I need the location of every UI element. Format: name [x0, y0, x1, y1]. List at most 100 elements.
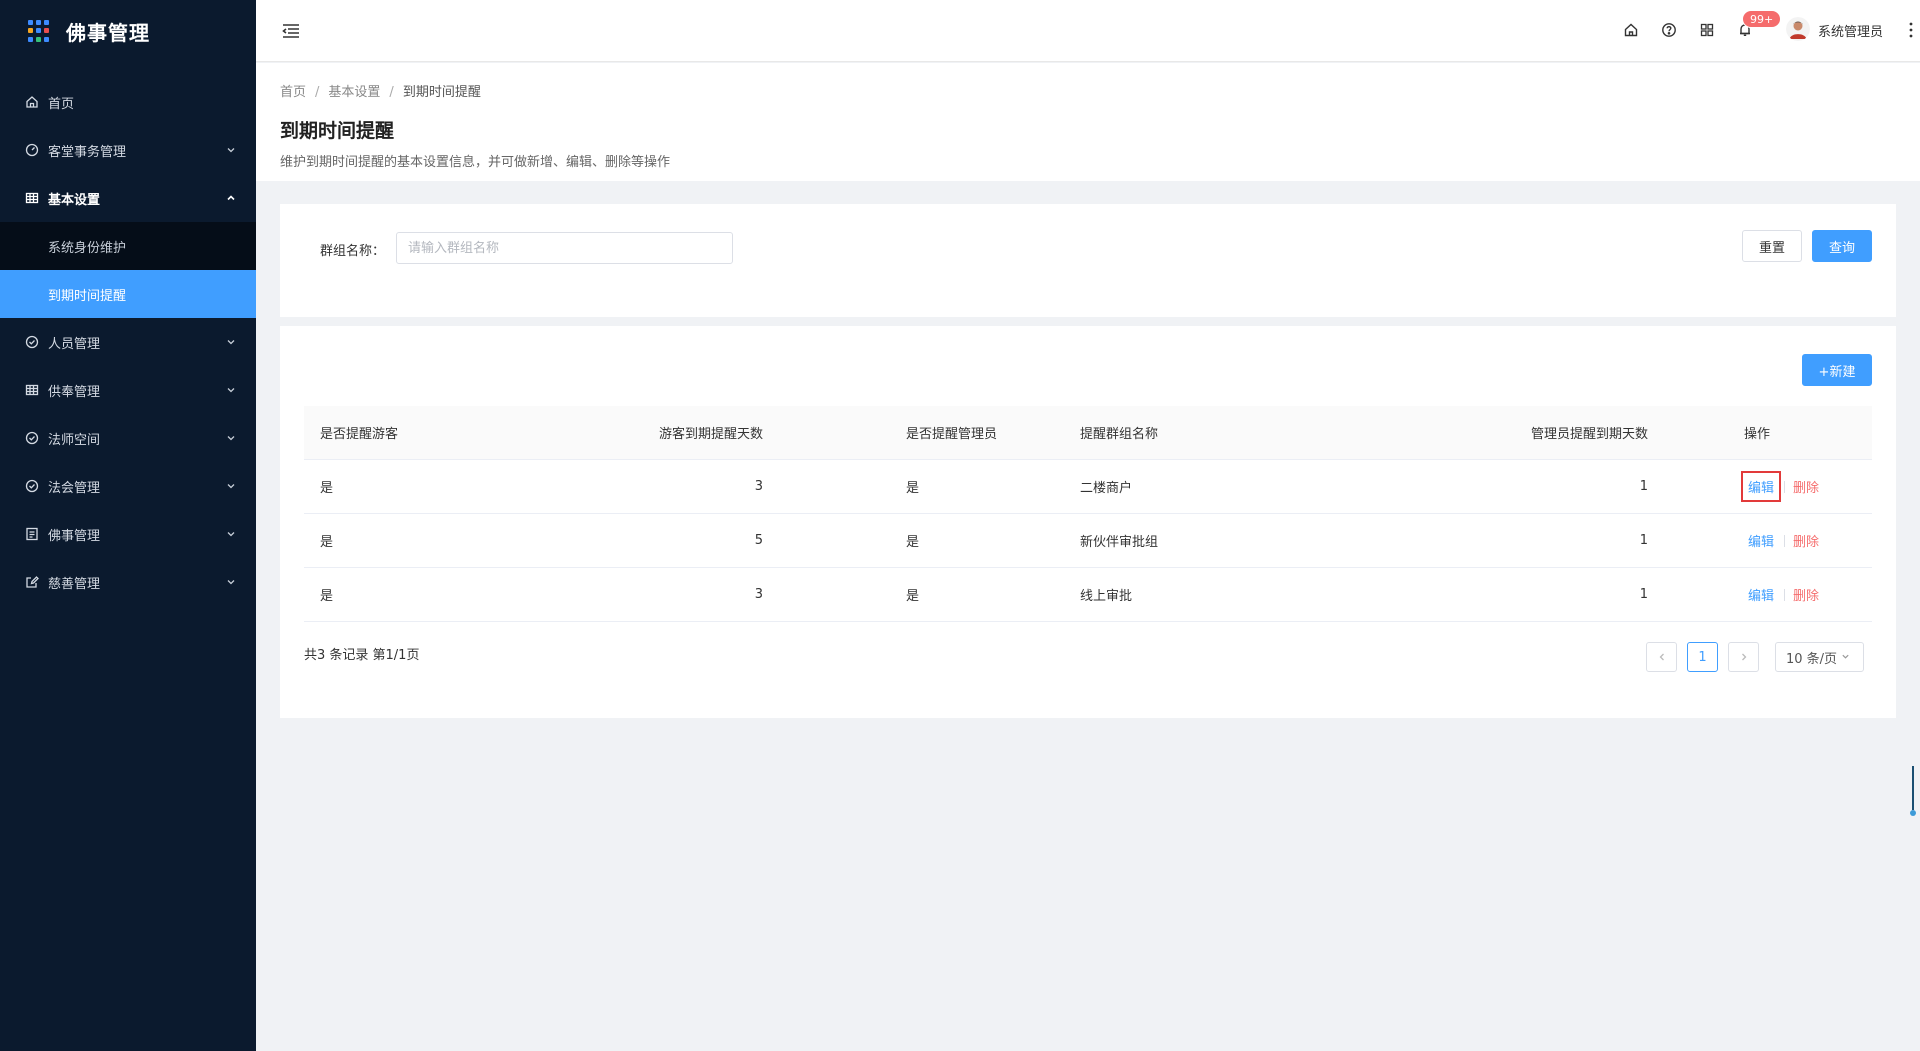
- chevron-down-icon: [226, 577, 236, 587]
- page-size-value: 10 条/页: [1786, 651, 1838, 667]
- chevron-down-icon: [226, 385, 236, 395]
- avatar[interactable]: [1786, 17, 1810, 41]
- sidebar-item-buddhist-affairs[interactable]: 佛事管理: [0, 510, 256, 558]
- chevron-down-icon: [1841, 651, 1850, 664]
- cell-remind-visitor: 是: [320, 589, 334, 604]
- sidebar-item-hall-affairs[interactable]: 客堂事务管理: [0, 126, 256, 174]
- search-panel: 群组名称： 重置 查询: [280, 204, 1896, 317]
- cell-remind-admin: 是: [906, 535, 920, 550]
- more-vertical-icon[interactable]: [1908, 20, 1914, 40]
- cell-remind-visitor: 是: [320, 535, 334, 550]
- group-name-input[interactable]: [396, 232, 733, 264]
- column-header: 提醒群组名称: [1080, 427, 1159, 442]
- cell-remind-visitor: 是: [320, 481, 334, 496]
- check-circle-icon: [24, 430, 40, 446]
- username[interactable]: 系统管理员: [1818, 21, 1883, 40]
- column-header: 是否提醒游客: [320, 427, 399, 442]
- home-icon: [24, 94, 40, 110]
- chevron-down-icon: [226, 145, 236, 155]
- reset-button[interactable]: 重置: [1742, 230, 1802, 262]
- apps-grid-icon: [28, 20, 50, 42]
- breadcrumb-basic-settings[interactable]: 基本设置: [328, 85, 380, 100]
- edit-link[interactable]: 编辑: [1744, 528, 1778, 553]
- sidebar-item-label: 客堂事务管理: [48, 144, 127, 160]
- check-circle-icon: [24, 478, 40, 494]
- prev-page-button[interactable]: [1646, 642, 1677, 672]
- scrollbar-thumb[interactable]: [1910, 766, 1916, 818]
- home-icon[interactable]: [1622, 21, 1640, 39]
- cell-group-name: 二楼商户: [1080, 481, 1133, 496]
- table-header-row: 是否提醒游客 游客到期提醒天数 是否提醒管理员 提醒群组名称 管理员提醒到期天数…: [304, 406, 1872, 460]
- table-panel: +新建 是否提醒游客 游客到期提醒天数 是否提醒管理员 提醒群组名称 管理员提醒…: [280, 326, 1896, 718]
- sidebar: 佛事管理 首页 客堂事务管理 基本设置 系统身份维护 到期时间提醒 人员管理 供…: [0, 0, 256, 1051]
- chevron-down-icon: [226, 337, 236, 347]
- cell-visitor-days: 5: [754, 533, 763, 548]
- edit-link[interactable]: 编辑: [1744, 582, 1778, 607]
- next-page-button[interactable]: [1728, 642, 1759, 672]
- help-icon[interactable]: [1660, 21, 1678, 39]
- sidebar-item-basic-settings[interactable]: 基本设置: [0, 174, 256, 222]
- action-divider: [1784, 588, 1786, 601]
- breadcrumb-current: 到期时间提醒: [402, 85, 481, 100]
- cell-remind-admin: 是: [906, 481, 920, 496]
- sidebar-item-dharma-assembly[interactable]: 法会管理: [0, 462, 256, 510]
- sidebar-item-label: 首页: [48, 96, 75, 112]
- page-size-select[interactable]: 10 条/页: [1775, 642, 1864, 672]
- sidebar-item-label: 供奉管理: [48, 384, 101, 400]
- page-description: 维护到期时间提醒的基本设置信息，并可做新增、编辑、删除等操作: [280, 155, 671, 170]
- page-header: 首页 / 基本设置 / 到期时间提醒 到期时间提醒 维护到期时间提醒的基本设置信息，并可…: [256, 63, 1920, 181]
- sidebar-subitem-expiry-reminder[interactable]: 到期时间提醒: [0, 270, 256, 318]
- chevron-down-icon: [226, 433, 236, 443]
- breadcrumb-separator: /: [389, 85, 394, 100]
- breadcrumb-separator: /: [315, 85, 320, 100]
- group-name-label: 群组名称：: [320, 244, 386, 259]
- cell-group-name: 线上审批: [1080, 589, 1133, 604]
- chevron-left-icon: [1659, 653, 1664, 661]
- table-icon: [24, 382, 40, 398]
- check-circle-icon: [24, 334, 40, 350]
- table-icon: [24, 190, 40, 206]
- sidebar-subitem-identity[interactable]: 系统身份维护: [0, 222, 256, 270]
- sidebar-item-home[interactable]: 首页: [0, 78, 256, 126]
- add-new-button[interactable]: +新建: [1802, 354, 1872, 386]
- action-divider: [1784, 534, 1786, 547]
- list-icon: [24, 526, 40, 542]
- column-header: 管理员提醒到期天数: [1530, 427, 1648, 442]
- sidebar-item-personnel[interactable]: 人员管理: [0, 318, 256, 366]
- cell-visitor-days: 3: [754, 587, 763, 602]
- cell-actions: 编辑 删除: [1664, 582, 1872, 607]
- sidebar-item-label: 法会管理: [48, 480, 101, 496]
- sidebar-item-master-space[interactable]: 法师空间: [0, 414, 256, 462]
- cell-visitor-days: 3: [754, 479, 763, 494]
- apps-icon[interactable]: [1698, 21, 1716, 39]
- sidebar-item-offerings[interactable]: 供奉管理: [0, 366, 256, 414]
- chevron-right-icon: [1741, 653, 1746, 661]
- breadcrumb: 首页 / 基本设置 / 到期时间提醒: [280, 81, 1920, 100]
- delete-link[interactable]: 删除: [1791, 582, 1821, 607]
- column-header: 游客到期提醒天数: [658, 427, 763, 442]
- record-total: 共3 条记录 第1/1页: [304, 648, 420, 663]
- cell-actions: 编辑 删除: [1664, 528, 1872, 553]
- cell-admin-days: 1: [1639, 587, 1648, 602]
- dashboard-icon: [24, 142, 40, 158]
- page-number-button[interactable]: 1: [1687, 642, 1718, 672]
- app-title: 佛事管理: [66, 20, 150, 45]
- query-button[interactable]: 查询: [1812, 230, 1872, 262]
- cell-admin-days: 1: [1639, 479, 1648, 494]
- sidebar-item-label: 慈善管理: [48, 576, 101, 592]
- breadcrumb-home[interactable]: 首页: [280, 85, 306, 100]
- table-row: 是 3 是 二楼商户 1 编辑 删除: [304, 460, 1872, 514]
- page-title: 到期时间提醒: [280, 120, 395, 142]
- delete-link[interactable]: 删除: [1791, 528, 1821, 553]
- delete-link[interactable]: 删除: [1791, 474, 1821, 499]
- reminder-table: 是否提醒游客 游客到期提醒天数 是否提醒管理员 提醒群组名称 管理员提醒到期天数…: [304, 406, 1872, 622]
- action-divider: [1784, 480, 1786, 493]
- notification-badge: 99+: [1742, 10, 1782, 28]
- sidebar-item-charity[interactable]: 慈善管理: [0, 558, 256, 606]
- menu-fold-icon[interactable]: [280, 20, 302, 42]
- cell-remind-admin: 是: [906, 589, 920, 604]
- sidebar-nav: 首页 客堂事务管理 基本设置 系统身份维护 到期时间提醒 人员管理 供奉管理 法…: [0, 78, 256, 606]
- edit-link[interactable]: 编辑: [1740, 471, 1782, 502]
- sidebar-item-label: 法师空间: [48, 432, 101, 448]
- cell-group-name: 新伙伴审批组: [1080, 535, 1159, 550]
